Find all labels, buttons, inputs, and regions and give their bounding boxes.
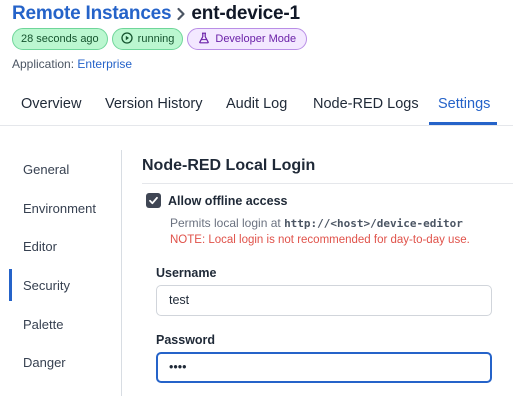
sidebar-item-general[interactable]: General <box>0 153 121 185</box>
tab-overview[interactable]: Overview <box>21 84 81 125</box>
section-title: Node-RED Local Login <box>142 157 316 174</box>
last-seen-badge: 28 seconds ago <box>12 28 108 50</box>
sidebar-item-environment[interactable]: Environment <box>0 192 121 224</box>
sidebar-item-label: Palette <box>23 317 64 332</box>
tab-audit-log[interactable]: Audit Log <box>226 84 287 125</box>
breadcrumb: Remote Instances ent-device-1 <box>12 1 512 27</box>
last-seen-text: 28 seconds ago <box>21 33 99 45</box>
offline-access-help: Permits local login at http://<host>/dev… <box>170 216 463 230</box>
sidebar-item-label: Environment <box>23 201 96 216</box>
running-status-text: running <box>137 33 175 45</box>
tab-version-history[interactable]: Version History <box>105 84 203 125</box>
sidebar-item-palette[interactable]: Palette <box>0 308 121 340</box>
username-input[interactable]: test <box>156 285 492 316</box>
allow-offline-access-label: Allow offline access <box>168 193 288 208</box>
password-input[interactable]: •••• <box>156 352 492 383</box>
chevron-right-icon <box>176 7 186 21</box>
allow-offline-access-checkbox[interactable] <box>146 193 161 208</box>
developer-mode-badge[interactable]: Developer Mode <box>187 28 308 50</box>
section-divider <box>142 183 513 184</box>
local-login-warning: NOTE: Local login is not recommended for… <box>170 234 470 246</box>
allow-offline-access-row[interactable]: Allow offline access <box>146 193 287 208</box>
checkmark-icon <box>149 196 158 205</box>
developer-mode-text: Developer Mode <box>215 33 297 45</box>
sidebar-item-label: Editor <box>23 239 57 254</box>
sidebar-item-label: General <box>23 162 70 177</box>
sidebar-item-label: Danger <box>23 355 66 370</box>
tab-node-red-logs[interactable]: Node-RED Logs <box>313 84 419 125</box>
password-label: Password <box>156 333 216 347</box>
page-title: ent-device-1 <box>191 3 300 24</box>
page-header: Remote Instances ent-device-1 28 seconds… <box>12 0 512 71</box>
sidebar-item-security[interactable]: Security <box>0 269 121 301</box>
sidebar-item-editor[interactable]: Editor <box>0 230 121 262</box>
sidebar-item-label: Security <box>23 278 70 293</box>
application-link[interactable]: Enterprise <box>77 57 132 71</box>
sidebar-divider <box>121 150 122 396</box>
beaker-icon <box>198 32 210 47</box>
breadcrumb-remote-instances-link[interactable]: Remote Instances <box>12 3 172 25</box>
tab-bar: Overview Version History Audit Log Node-… <box>0 84 513 126</box>
tab-settings[interactable]: Settings <box>429 84 497 125</box>
device-editor-url: http://<host>/device-editor <box>284 217 463 230</box>
application-line: Application: Enterprise <box>12 57 512 71</box>
application-label: Application: <box>12 57 75 71</box>
play-circle-icon <box>121 31 133 47</box>
sidebar-item-danger[interactable]: Danger <box>0 346 121 378</box>
help-prefix: Permits local login at <box>170 216 281 230</box>
running-status-badge: running <box>111 28 184 50</box>
settings-sidebar: General Environment Editor Security Pale… <box>0 150 121 396</box>
status-badges: 28 seconds ago running Developer Mode <box>12 28 512 52</box>
username-label: Username <box>156 266 217 280</box>
